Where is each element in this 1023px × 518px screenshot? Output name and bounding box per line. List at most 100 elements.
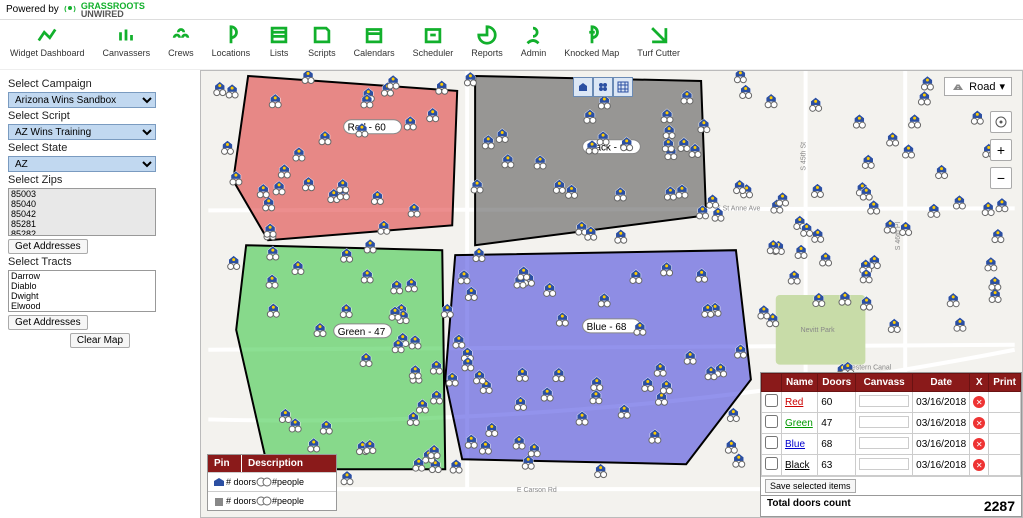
map-mode-house-icon[interactable] <box>573 77 593 97</box>
nav-turf-cutter[interactable]: Turf Cutter <box>637 24 680 65</box>
campaign-select[interactable]: Arizona Wins Sandbox <box>8 92 156 108</box>
turf-link-green[interactable]: Green <box>785 418 813 429</box>
house-marker[interactable] <box>853 114 865 128</box>
nav-widget-dashboard[interactable]: Widget Dashboard <box>10 24 85 65</box>
house-marker[interactable] <box>595 464 607 478</box>
save-selected-button[interactable]: Save selected items <box>765 479 856 493</box>
map-mode-cluster-icon[interactable] <box>593 77 613 97</box>
nav-lists[interactable]: Lists <box>268 24 290 65</box>
locate-button[interactable] <box>990 111 1012 133</box>
clear-map-button[interactable]: Clear Map <box>70 333 130 348</box>
zoom-in-button[interactable]: + <box>990 139 1012 161</box>
house-marker[interactable] <box>727 408 739 422</box>
map-mode-grid-icon[interactable] <box>613 77 633 97</box>
house-marker[interactable] <box>226 84 238 98</box>
house-marker[interactable] <box>947 293 959 307</box>
zoom-out-button[interactable]: − <box>990 167 1012 189</box>
map-canvas[interactable]: Nevitt Park E St Anne Ave E Carson Rd We… <box>200 70 1023 518</box>
house-marker[interactable] <box>884 219 896 233</box>
delete-button[interactable]: ✕ <box>973 396 985 408</box>
house-marker[interactable] <box>810 97 822 111</box>
turf-link-blue[interactable]: Blue <box>785 439 805 450</box>
nav-scripts[interactable]: Scripts <box>308 24 336 65</box>
house-marker[interactable] <box>228 256 240 270</box>
house-marker[interactable] <box>707 194 719 208</box>
canvass-input[interactable] <box>859 416 909 428</box>
house-marker[interactable] <box>473 248 485 262</box>
nav-calendars[interactable]: Calendars <box>354 24 395 65</box>
row-checkbox[interactable] <box>765 415 778 428</box>
map-type-selector[interactable]: Road ▾ <box>944 77 1012 96</box>
delete-button[interactable]: ✕ <box>973 417 985 429</box>
house-marker[interactable] <box>862 155 874 169</box>
house-marker[interactable] <box>733 453 745 467</box>
canvass-input[interactable] <box>859 395 909 407</box>
house-marker[interactable] <box>985 257 997 271</box>
house-marker[interactable] <box>982 202 994 216</box>
zip-option[interactable]: 85282 <box>9 229 155 236</box>
house-marker[interactable] <box>734 180 746 194</box>
house-marker[interactable] <box>450 459 462 473</box>
house-marker[interactable] <box>868 200 880 214</box>
row-checkbox[interactable] <box>765 457 778 470</box>
house-marker[interactable] <box>887 132 899 146</box>
house-marker[interactable] <box>758 305 770 319</box>
nav-locations[interactable]: Locations <box>212 24 251 65</box>
house-marker[interactable] <box>992 229 1004 243</box>
house-marker[interactable] <box>888 319 900 333</box>
house-marker[interactable] <box>364 239 376 253</box>
row-checkbox[interactable] <box>765 394 778 407</box>
state-select[interactable]: AZ <box>8 156 156 172</box>
house-marker[interactable] <box>734 71 746 83</box>
house-marker[interactable] <box>989 289 1001 303</box>
zip-option[interactable]: 85281 <box>9 219 155 229</box>
house-marker[interactable] <box>971 110 983 124</box>
tracts-listbox[interactable]: DarrowDiabloDwightElwoodMitchell Park <box>8 270 156 312</box>
house-marker[interactable] <box>921 76 933 90</box>
tract-option[interactable]: Elwood <box>9 301 155 311</box>
house-marker[interactable] <box>387 75 399 89</box>
house-marker[interactable] <box>909 114 921 128</box>
turf-link-red[interactable]: Red <box>785 397 803 408</box>
zips-listbox[interactable]: 8500385040850428528185282 <box>8 188 156 236</box>
house-marker[interactable] <box>839 291 851 305</box>
turf-link-black[interactable]: Black <box>785 460 809 471</box>
house-marker[interactable] <box>615 229 627 243</box>
nav-knocked-map[interactable]: Knocked Map <box>564 24 619 65</box>
tract-option[interactable]: Mitchell Park <box>9 311 155 312</box>
row-checkbox[interactable] <box>765 436 778 449</box>
house-marker[interactable] <box>928 203 940 217</box>
nav-scheduler[interactable]: Scheduler <box>413 24 454 65</box>
house-marker[interactable] <box>341 471 353 485</box>
tract-option[interactable]: Darrow <box>9 271 155 281</box>
nav-admin[interactable]: Admin <box>521 24 547 65</box>
get-addresses-button-1[interactable]: Get Addresses <box>8 239 88 254</box>
script-select[interactable]: AZ Wins Training <box>8 124 156 140</box>
house-marker[interactable] <box>436 80 448 94</box>
tract-option[interactable]: Diablo <box>9 281 155 291</box>
house-marker[interactable] <box>953 195 965 209</box>
house-marker[interactable] <box>725 439 737 453</box>
house-marker[interactable] <box>222 140 234 154</box>
canvass-input[interactable] <box>859 458 909 470</box>
house-marker[interactable] <box>302 71 314 83</box>
house-marker[interactable] <box>765 94 777 108</box>
house-marker[interactable] <box>954 317 966 331</box>
house-marker[interactable] <box>214 82 226 96</box>
house-marker[interactable] <box>740 85 752 99</box>
zip-option[interactable]: 85003 <box>9 189 155 199</box>
house-marker[interactable] <box>996 198 1008 212</box>
house-marker[interactable] <box>918 91 930 105</box>
house-marker[interactable] <box>812 228 824 242</box>
house-marker[interactable] <box>777 192 789 206</box>
house-marker[interactable] <box>811 184 823 198</box>
zip-option[interactable]: 85042 <box>9 209 155 219</box>
zip-option[interactable]: 85040 <box>9 199 155 209</box>
get-addresses-button-2[interactable]: Get Addresses <box>8 315 88 330</box>
nav-crews[interactable]: Crews <box>168 24 194 65</box>
polygon-red[interactable] <box>233 76 457 240</box>
house-marker[interactable] <box>813 293 825 307</box>
house-marker[interactable] <box>788 270 800 284</box>
delete-button[interactable]: ✕ <box>973 459 985 471</box>
house-marker[interactable] <box>936 165 948 179</box>
